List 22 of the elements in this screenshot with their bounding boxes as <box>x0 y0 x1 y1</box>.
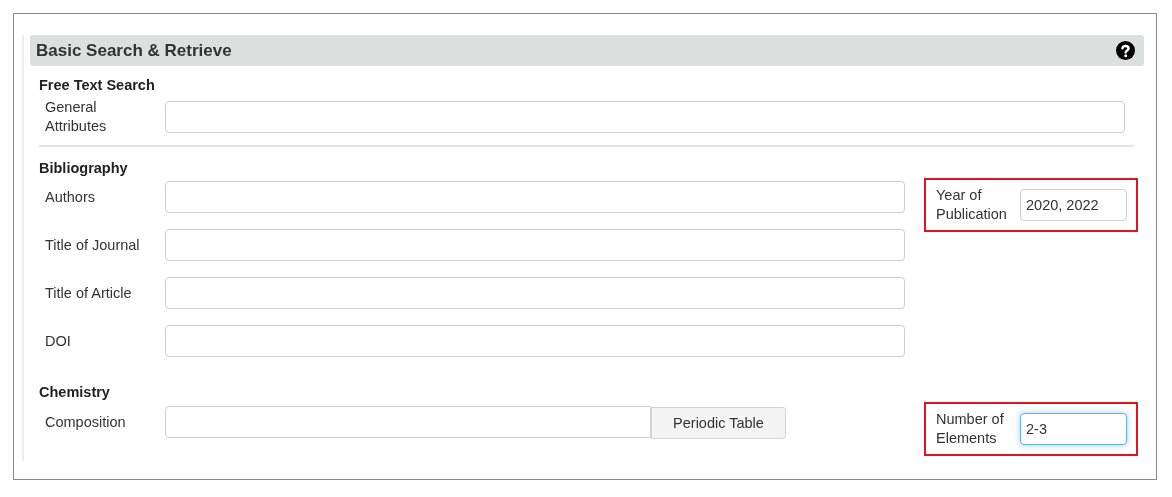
input-field[interactable] <box>165 325 905 357</box>
field-label: Year of Publication <box>936 186 1008 224</box>
input-field[interactable] <box>165 406 651 438</box>
periodic-table-button[interactable]: Periodic Table <box>651 407 786 439</box>
field-label: Number of Elements <box>936 410 1005 448</box>
panel-title: Basic Search & Retrieve <box>36 40 232 61</box>
input-field[interactable] <box>165 101 1125 133</box>
input-field[interactable]: 2020, 2022 <box>1020 189 1127 221</box>
input-field[interactable] <box>165 181 905 213</box>
input-field[interactable] <box>165 229 905 261</box>
section-heading: Free Text Search <box>39 76 156 94</box>
field-label: DOI <box>44 331 72 351</box>
section-heading: Chemistry <box>39 383 111 401</box>
help-icon[interactable] <box>1116 41 1135 60</box>
field-label: General Attributes <box>44 98 108 136</box>
field-label: Composition <box>44 412 127 432</box>
field-label: Title of Journal <box>44 235 141 255</box>
field-label: Authors <box>44 187 96 207</box>
section-heading: Bibliography <box>39 159 129 177</box>
input-field[interactable]: 2-3 <box>1020 413 1127 445</box>
field-label: Title of Article <box>44 283 133 303</box>
input-field[interactable] <box>165 277 905 309</box>
